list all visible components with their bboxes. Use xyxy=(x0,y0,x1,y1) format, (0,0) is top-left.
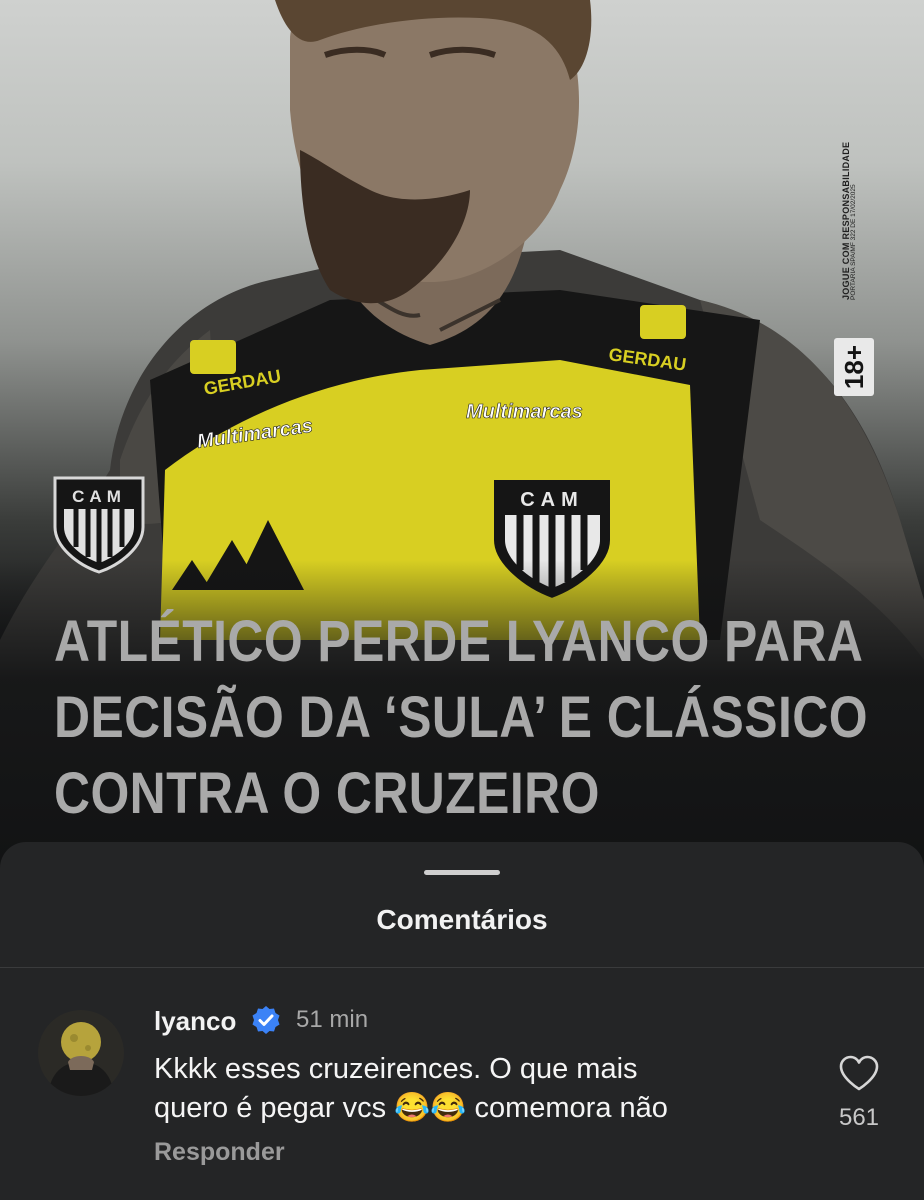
comment-timestamp: 51 min xyxy=(296,1006,369,1033)
heart-outline-icon[interactable] xyxy=(838,1054,880,1092)
legal-line-2: PORTARIA SPA/MF 322 DE 17/02/2025 xyxy=(850,184,858,300)
comment-text: Kkkk esses cruzeirences. O que mais quer… xyxy=(154,1050,794,1128)
headline-line-3: CONTRA O CRUZEIRO xyxy=(54,761,600,826)
comments-sheet: Comentários lyanco 51 min Kkkk esses cru… xyxy=(0,842,924,1200)
svg-text:Multimarcas: Multimarcas xyxy=(466,401,583,423)
headline-line-2: DECISÃO DA ‘SULA’ E CLÁSSICO xyxy=(54,685,868,750)
post-headline: ATLÉTICO PERDE LYANCO PARA DECISÃO DA ‘S… xyxy=(54,604,868,832)
sheet-drag-handle[interactable] xyxy=(424,870,500,875)
svg-text:CAM: CAM xyxy=(72,487,126,506)
age-rating-text: 18+ xyxy=(839,344,869,390)
club-crest-icon: CAM xyxy=(53,476,145,574)
reply-button[interactable]: Responder xyxy=(154,1138,285,1167)
verified-badge-icon xyxy=(252,1006,280,1034)
comment-text-line-2: quero é pegar vcs 😂😂 comemora não xyxy=(154,1092,668,1124)
avatar[interactable] xyxy=(38,1010,124,1096)
comments-title: Comentários xyxy=(376,904,548,935)
comment-text-line-1: Kkkk esses cruzeirences. O que mais xyxy=(154,1053,638,1085)
headline-line-1: ATLÉTICO PERDE LYANCO PARA xyxy=(54,609,864,674)
responsible-gaming-notice: JOGUE COM RESPONSABILIDADE PORTARIA SPA/… xyxy=(841,100,858,300)
age-rating-badge: 18+ xyxy=(834,338,874,396)
svg-text:CAM: CAM xyxy=(520,489,584,511)
comment-item: lyanco 51 min Kkkk esses cruzeirences. O… xyxy=(0,968,924,1200)
post-image: GERDAU GERDAU Multimarcas Multimarcas CA… xyxy=(0,0,924,900)
like-count: 561 xyxy=(838,1104,880,1131)
comment-username[interactable]: lyanco xyxy=(154,1006,236,1037)
